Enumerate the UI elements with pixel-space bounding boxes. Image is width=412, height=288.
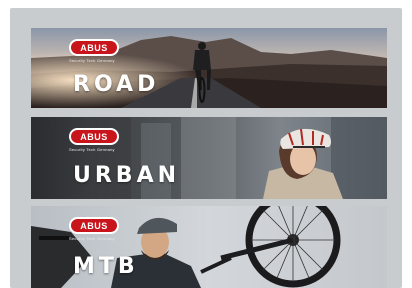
brand-tagline: Security Tech Germany <box>69 147 115 152</box>
abus-logo: ABUS <box>69 217 119 234</box>
brand-tagline: Security Tech Germany <box>69 236 115 241</box>
panel-title-urban: URBAN <box>73 163 181 188</box>
road-banner[interactable]: ABUS Security Tech Germany ROAD <box>31 28 387 108</box>
panel-title-road: ROAD <box>73 72 160 97</box>
mtb-banner[interactable]: ABUS Security Tech Germany MTB <box>31 206 387 288</box>
abus-logo: ABUS <box>69 128 119 145</box>
panel-title-mtb: MTB <box>73 254 139 279</box>
brand-tagline: Security Tech Germany <box>69 58 115 63</box>
urban-banner[interactable]: ABUS Security Tech Germany URBAN <box>31 117 387 199</box>
abus-logo: ABUS <box>69 39 119 56</box>
